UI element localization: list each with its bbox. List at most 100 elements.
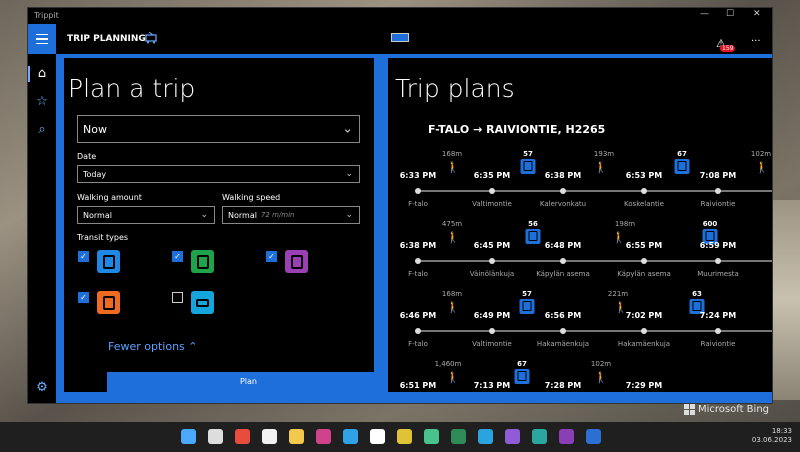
timeline-dot	[489, 258, 495, 264]
bus-line-number: 600	[702, 220, 718, 228]
walk-distance: 221m	[607, 290, 629, 298]
departure-time: 7:29 PM	[625, 381, 663, 390]
store-icon[interactable]	[262, 429, 277, 444]
hamburger-menu-button[interactable]	[28, 24, 56, 54]
more-menu-button[interactable]: ···	[751, 36, 761, 47]
ferry-checkbox[interactable]	[172, 292, 183, 303]
timeline-dot	[415, 328, 421, 334]
walking-amount-label: Walking amount	[77, 193, 142, 202]
timeline-dot	[415, 188, 421, 194]
word-icon[interactable]	[586, 429, 601, 444]
date-value: Today	[83, 169, 107, 179]
walk-icon: 🚶	[594, 161, 608, 174]
app-header: TRIP PLANNING ⚠ 159 ···	[28, 24, 772, 54]
title-bar: Trippit — ☐ ✕	[28, 8, 772, 24]
departure-time: 6:51 PM	[399, 381, 437, 390]
time-select[interactable]: Now ⌄	[77, 115, 360, 143]
departure-time: 6:46 PM	[399, 311, 437, 320]
walk-distance: 193m	[593, 150, 615, 158]
page-title: TRIP PLANNING	[67, 34, 146, 44]
timeline-dot	[641, 188, 647, 194]
departure-time: 7:24 PM	[699, 311, 737, 320]
route-title: F-TALO → RAIVIONTIE, H2265	[428, 123, 606, 136]
bus-checkbox[interactable]: ✓	[78, 251, 89, 262]
stop-name: Kalervonkatu	[539, 200, 587, 208]
metro-icon	[97, 291, 120, 314]
walk-distance: 475m	[441, 220, 463, 228]
walking-speed-select[interactable]: Normal 72 m/min ⌄	[222, 206, 360, 224]
stop-name: Käpylän asema	[617, 270, 671, 278]
timeline-dot	[489, 188, 495, 194]
stop-name: Hakamäenkuja	[536, 340, 590, 348]
walking-amount-value: Normal	[83, 210, 112, 220]
close-button[interactable]: ✕	[753, 9, 761, 19]
walk-icon: 🚶	[446, 231, 460, 244]
clock-time: 18:33	[771, 427, 792, 435]
vs-icon[interactable]	[505, 429, 520, 444]
edge-icon[interactable]	[343, 429, 358, 444]
chevron-down-icon: ⌄	[345, 210, 353, 220]
onenote-icon[interactable]	[559, 429, 574, 444]
bus-icon	[97, 250, 120, 273]
system-clock[interactable]: 18:33 03.06.2023	[752, 427, 792, 445]
app-icon[interactable]	[532, 429, 547, 444]
departure-time: 6:49 PM	[473, 311, 511, 320]
walking-amount-select[interactable]: Normal ⌄	[77, 206, 215, 224]
minimize-button[interactable]: —	[700, 9, 709, 19]
date-select[interactable]: Today ⌄	[77, 165, 360, 183]
maximize-button[interactable]: ☐	[726, 9, 734, 19]
fewer-options-link[interactable]: Fewer options ⌃	[108, 340, 198, 353]
transit-types-label: Transit types	[77, 233, 129, 242]
search-icon[interactable]	[208, 429, 223, 444]
trip-plans-heading: Trip plans	[395, 74, 515, 103]
selection-indicator	[28, 66, 30, 82]
chrome-icon[interactable]	[397, 429, 412, 444]
walk-icon: 🚶	[446, 301, 460, 314]
ferry-icon	[191, 291, 214, 314]
stop-name: Valtimontie	[472, 200, 512, 208]
excel-icon[interactable]	[451, 429, 466, 444]
stop-name: F-talo	[408, 200, 428, 208]
timeline-dot	[489, 328, 495, 334]
window-title: Trippit	[34, 11, 59, 20]
plan-button[interactable]: Plan	[107, 372, 374, 392]
bing-logo-icon	[684, 404, 695, 415]
departure-time: 6:55 PM	[625, 241, 663, 250]
metro-checkbox[interactable]: ✓	[78, 292, 89, 303]
train-checkbox[interactable]: ✓	[266, 251, 277, 262]
home-icon[interactable]: ⌂	[34, 66, 50, 82]
departure-time: 6:48 PM	[544, 241, 582, 250]
bus-line-number: 67	[517, 360, 527, 368]
notes-icon[interactable]	[424, 429, 439, 444]
settings-gear-icon[interactable]: ⚙	[34, 380, 50, 396]
stop-name: Raiviontie	[700, 200, 736, 208]
alert-count-badge: 159	[720, 45, 736, 52]
departure-time: 6:53 PM	[625, 171, 663, 180]
plan-trip-panel: Plan a trip Now ⌄ Date Today ⌄ Walking amo…	[64, 58, 374, 392]
tram-checkbox[interactable]: ✓	[172, 251, 183, 262]
departure-time: 6:59 PM	[699, 241, 737, 250]
departure-time: 6:38 PM	[544, 171, 582, 180]
save-icon[interactable]	[316, 429, 331, 444]
bus-icon	[520, 159, 536, 174]
trip-plans-panel: Trip plans F-TALO → RAIVIONTIE, H2265 16…	[388, 58, 772, 392]
folder-icon[interactable]	[289, 429, 304, 444]
stop-name: Käpylän asema	[536, 270, 590, 278]
departure-time: 7:13 PM	[473, 381, 511, 390]
telegram-icon[interactable]	[478, 429, 493, 444]
chevron-down-icon: ⌄	[200, 210, 208, 220]
bus-line-number: 57	[523, 150, 533, 158]
walking-speed-label: Walking speed	[222, 193, 281, 202]
windows-icon[interactable]	[181, 429, 196, 444]
departure-time: 6:33 PM	[399, 171, 437, 180]
timeline-dot	[415, 258, 421, 264]
stop-name: Valtimontie	[472, 340, 512, 348]
window-mode-button[interactable]	[391, 33, 409, 42]
sidebar: ⌂ ☆ ⌕ ⚙	[28, 54, 56, 403]
yandex-icon[interactable]	[370, 429, 385, 444]
star-icon[interactable]: ☆	[34, 94, 50, 110]
stop-name: Koskelantie	[624, 200, 664, 208]
departure-time: 6:56 PM	[544, 311, 582, 320]
app-red[interactable]	[235, 429, 250, 444]
search-icon[interactable]: ⌕	[34, 122, 50, 138]
